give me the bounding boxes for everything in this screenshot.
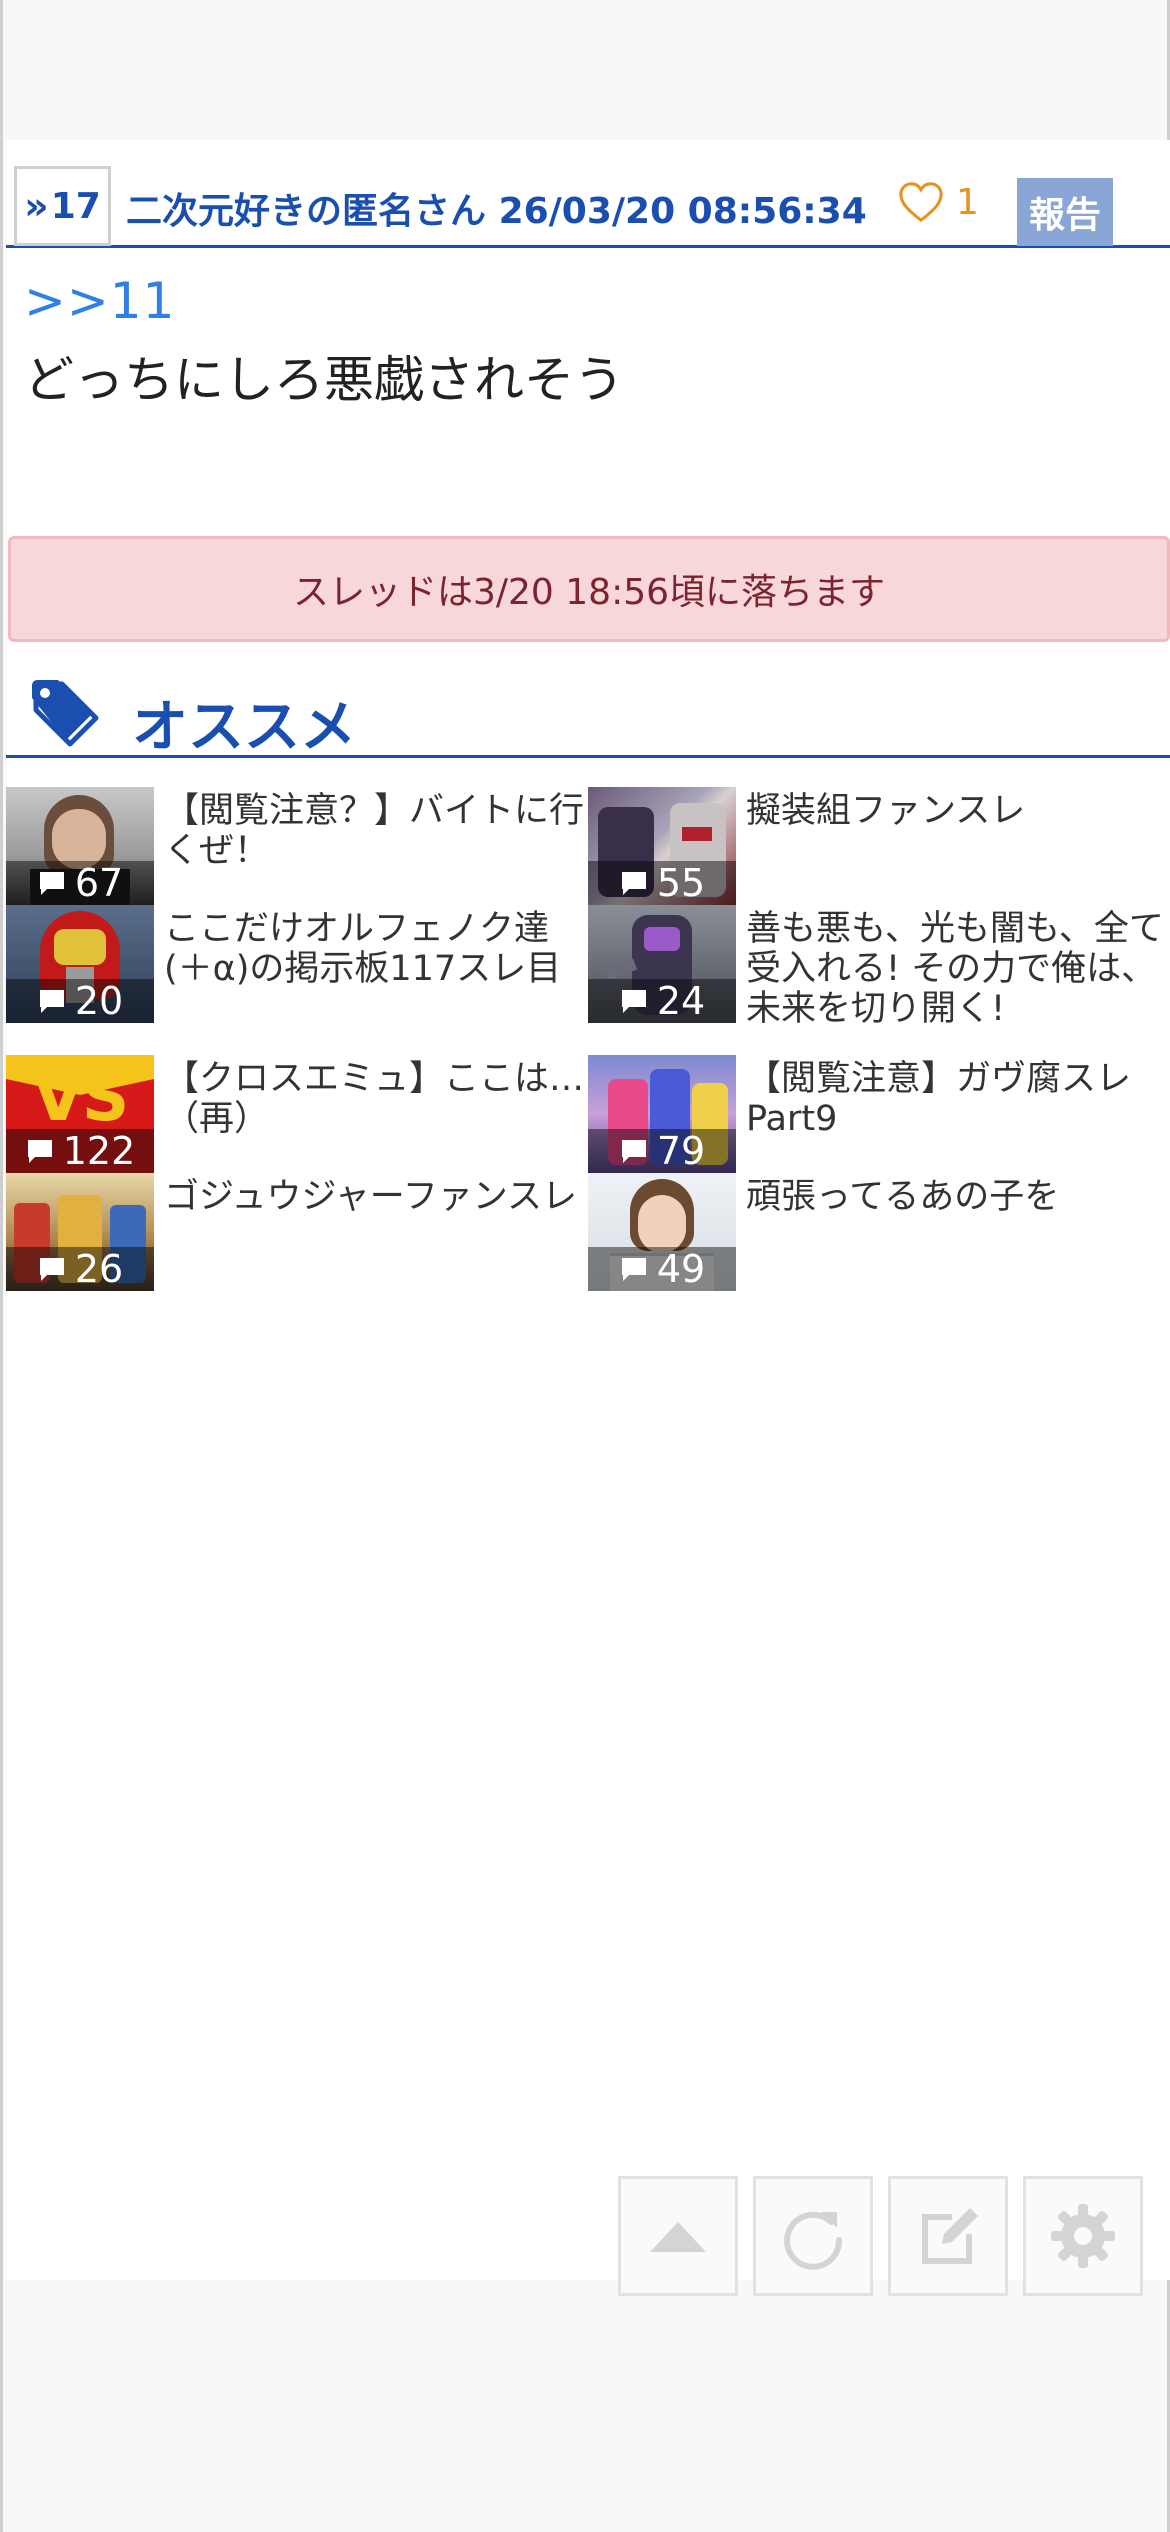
recommend-item[interactable]: VS 122 【クロスエミュ】ここは…（再） xyxy=(6,1055,586,1173)
thread-thumbnail: VS 122 xyxy=(6,1055,154,1173)
scroll-top-icon xyxy=(650,2222,706,2252)
thread-thumbnail: 26 xyxy=(6,1173,154,1291)
thread-thumbnail: 67 xyxy=(6,787,154,905)
speech-bubble-icon xyxy=(621,1258,646,1281)
compose-button[interactable] xyxy=(888,2176,1008,2296)
comment-count-badge: 122 xyxy=(6,1129,154,1173)
recommend-item-title: 頑張ってるあの子を xyxy=(746,1177,1060,1217)
scroll-top-button[interactable] xyxy=(618,2176,738,2296)
recommend-item-title: 【クロスエミュ】ここは…（再） xyxy=(164,1059,585,1139)
edit-icon xyxy=(922,2208,978,2264)
recommend-item-title: 善も悪も、光も闇も、全て受入れる! その力で俺は、未来を切り開く! xyxy=(746,909,1164,1029)
recommend-item-title: ゴジュウジャーファンスレ xyxy=(164,1177,578,1217)
comment-count-badge: 20 xyxy=(6,979,154,1023)
settings-button[interactable] xyxy=(1023,2176,1143,2296)
speech-bubble-icon xyxy=(39,990,64,1013)
response-number-button[interactable]: » 17 xyxy=(14,166,111,246)
thread-thumbnail: 20 xyxy=(6,905,154,1023)
thread-content: » 17 二次元好きの匿名さん 26/03/20 08:56:34 1 報告 >… xyxy=(6,140,1170,2296)
report-button[interactable]: 報告 xyxy=(1017,178,1113,246)
post-timestamp: 26/03/20 08:56:34 xyxy=(498,191,867,232)
settings-icon xyxy=(1051,2204,1115,2268)
thread-expiry-notice: スレッドは3/20 18:56頃に落ちます xyxy=(8,536,1170,642)
recommend-item[interactable]: 20 ここだけオルフェノク達(＋α)の掲示板117スレ目 xyxy=(6,905,586,1023)
recommend-item-title: 【閲覧注意】ガヴ腐スレPart9 xyxy=(746,1059,1132,1139)
recommend-item[interactable]: 79 【閲覧注意】ガヴ腐スレPart9 xyxy=(588,1055,1168,1173)
speech-bubble-icon xyxy=(621,1140,646,1163)
recommend-title: オススメ xyxy=(132,695,356,760)
speech-bubble-icon xyxy=(39,1258,64,1281)
post-header: » 17 二次元好きの匿名さん 26/03/20 08:56:34 1 報告 xyxy=(6,152,1170,248)
comment-count-badge: 55 xyxy=(588,861,736,905)
chevron-right-icon: » xyxy=(24,184,49,228)
post-body-text: どっちにしろ悪戯されそう xyxy=(24,351,624,409)
recommend-item-title: ここだけオルフェノク達(＋α)の掲示板117スレ目 xyxy=(164,909,562,989)
reply-anchor-link[interactable]: >>11 xyxy=(24,272,175,330)
reload-icon xyxy=(784,2211,843,2270)
thread-thumbnail: 24 xyxy=(588,905,736,1023)
tag-icon xyxy=(32,680,99,747)
recommend-item-title: 【閲覧注意？】バイトに行くぜ！ xyxy=(164,791,585,871)
like-button[interactable]: 1 xyxy=(898,180,979,224)
author-name: 二次元好きの匿名さん xyxy=(126,191,487,232)
comment-count-badge: 79 xyxy=(588,1129,736,1173)
thread-thumbnail: 79 xyxy=(588,1055,736,1173)
like-count: 1 xyxy=(956,181,979,223)
thread-thumbnail: 55 xyxy=(588,787,736,905)
speech-bubble-icon xyxy=(27,1140,52,1163)
recommend-item-title: 擬装組ファンスレ xyxy=(746,791,1026,831)
recommend-item[interactable]: 55 擬装組ファンスレ xyxy=(588,787,1168,905)
post-author-line: 二次元好きの匿名さん 26/03/20 08:56:34 xyxy=(126,182,867,234)
recommend-header: オススメ xyxy=(6,670,1170,760)
thread-thumbnail: 49 xyxy=(588,1173,736,1291)
comment-count-badge: 26 xyxy=(6,1247,154,1291)
response-number: 17 xyxy=(50,185,101,227)
comment-count-badge: 24 xyxy=(588,979,736,1023)
speech-bubble-icon xyxy=(621,872,646,895)
comment-count-badge: 67 xyxy=(6,861,154,905)
recommend-item[interactable]: 24 善も悪も、光も闇も、全て受入れる! その力で俺は、未来を切り開く! xyxy=(588,905,1168,1029)
reload-button[interactable] xyxy=(753,2176,873,2296)
page: » 17 二次元好きの匿名さん 26/03/20 08:56:34 1 報告 >… xyxy=(0,0,1170,2532)
comment-count-badge: 49 xyxy=(588,1247,736,1291)
speech-bubble-icon xyxy=(621,990,646,1013)
heart-outline-icon xyxy=(899,182,943,223)
recommend-item[interactable]: 49 頑張ってるあの子を xyxy=(588,1173,1168,1291)
speech-bubble-icon xyxy=(39,872,64,895)
recommend-item[interactable]: 26 ゴジュウジャーファンスレ xyxy=(6,1173,586,1291)
recommend-item[interactable]: 67 【閲覧注意？】バイトに行くぜ！ xyxy=(6,787,586,905)
